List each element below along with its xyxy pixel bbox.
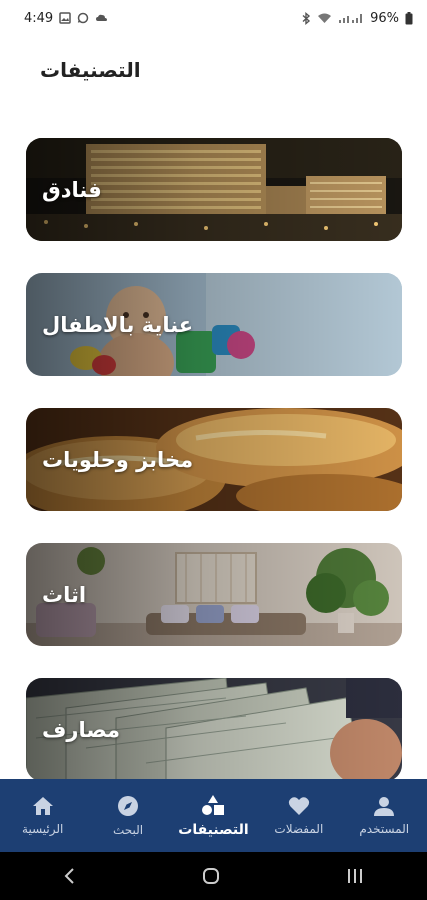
nav-item-search[interactable]: البحث [88, 795, 168, 837]
nav-item-favorites[interactable]: المفضلات [259, 796, 339, 836]
category-card-bakery[interactable]: مخابز وحلويات [26, 408, 402, 511]
category-card-hotels[interactable]: فنادق [26, 138, 402, 241]
category-label: مخابز وحلويات [42, 447, 194, 472]
battery-percent: 96% [370, 10, 399, 26]
nav-label: البحث [113, 822, 144, 837]
status-time: 4:49 [24, 10, 54, 26]
gallery-notification-icon [59, 12, 71, 24]
page-title: التصنيفات [40, 58, 141, 82]
nav-label: التصنيفات [178, 821, 249, 838]
shapes-icon [202, 794, 225, 815]
back-icon[interactable] [63, 867, 77, 885]
category-card-furniture[interactable]: اثاث [26, 543, 402, 646]
nav-label: الرئيسية [22, 821, 64, 836]
home-circle-icon[interactable] [202, 867, 220, 885]
nav-item-home[interactable]: الرئيسية [3, 796, 83, 836]
category-label: فنادق [42, 177, 102, 202]
category-card-baby-care[interactable]: عناية بالاطفال [26, 273, 402, 376]
status-left: 4:49 [24, 11, 108, 26]
wifi-icon [318, 13, 332, 23]
nav-label: المفضلات [274, 821, 324, 836]
nav-item-categories[interactable]: التصنيفات [173, 794, 253, 838]
cloud-notification-icon [96, 14, 108, 21]
battery-icon [405, 11, 413, 24]
nav-item-user[interactable]: المستخدم [344, 796, 424, 836]
category-label: اثاث [42, 582, 87, 607]
category-card-banks[interactable]: مصارف [26, 678, 402, 781]
category-list: فنادق عناية بالاطفال مخابز وحلويات اثاث … [26, 138, 402, 813]
recents-icon[interactable] [346, 868, 364, 884]
whatsapp-notification-icon [77, 12, 89, 24]
bluetooth-icon [302, 11, 311, 25]
heart-icon [288, 796, 309, 815]
category-label: عناية بالاطفال [42, 312, 194, 337]
compass-icon [118, 795, 139, 816]
status-bar: 4:49 96% [0, 0, 427, 36]
system-nav-bar [0, 852, 427, 900]
nav-label: المستخدم [359, 821, 410, 836]
category-label: مصارف [42, 717, 121, 742]
signal-icon [339, 14, 363, 23]
bottom-nav: الرئيسية البحث التصنيفات المفضلات المستخ… [0, 779, 427, 852]
status-right: 96% [301, 11, 413, 26]
user-icon [374, 796, 395, 816]
home-icon [32, 796, 53, 815]
